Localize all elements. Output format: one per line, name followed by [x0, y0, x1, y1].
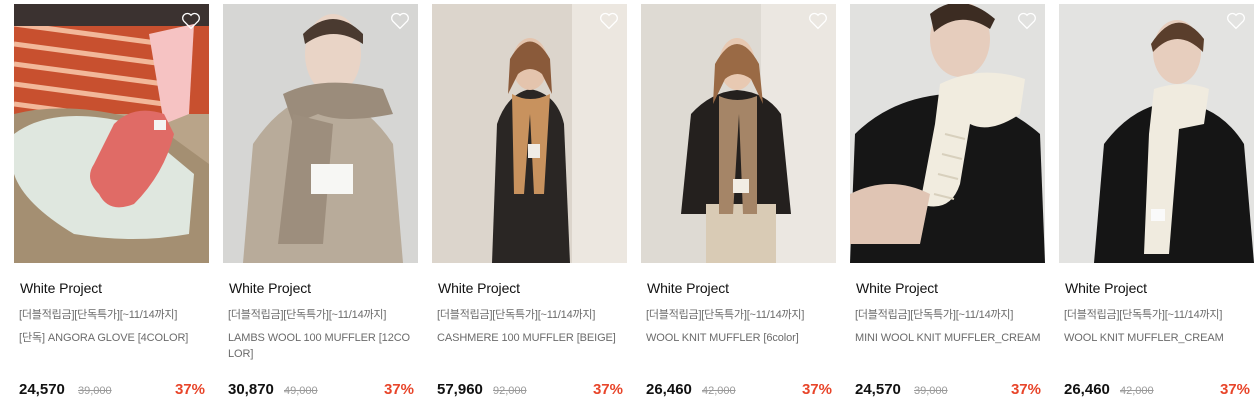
product-image[interactable]	[641, 4, 836, 263]
product-promo: [더블적립금][단독특가][~11/14까지]	[1064, 309, 1223, 321]
heart-outline-icon[interactable]	[1017, 12, 1037, 30]
heart-outline-icon[interactable]	[390, 12, 410, 30]
heart-outline-icon[interactable]	[1226, 12, 1246, 30]
product-photo	[850, 4, 1045, 263]
sale-price: 26,460	[1064, 381, 1110, 398]
product-photo	[223, 4, 418, 263]
discount-rate: 37%	[801, 381, 832, 398]
product-grid: White Project [더블적립금][단독특가][~11/14까지] [단…	[0, 0, 1257, 407]
original-price: 92,000	[493, 385, 527, 397]
sale-price: 26,460	[646, 381, 692, 398]
product-brand[interactable]: White Project	[438, 280, 520, 296]
product-photo	[432, 4, 627, 263]
heart-outline-icon[interactable]	[181, 12, 201, 30]
product-brand[interactable]: White Project	[229, 280, 311, 296]
product-photo	[14, 4, 209, 263]
discount-rate: 37%	[383, 381, 414, 398]
original-price: 42,000	[702, 385, 736, 397]
original-price: 39,000	[914, 385, 948, 397]
sale-price: 57,960	[437, 381, 483, 398]
product-photo	[641, 4, 836, 263]
product-card[interactable]: White Project [더블적립금][단독특가][~11/14까지] CA…	[432, 4, 627, 404]
product-title[interactable]: MINI WOOL KNIT MUFFLER_CREAM	[855, 330, 1041, 346]
product-promo: [더블적립금][단독특가][~11/14까지]	[646, 309, 805, 321]
product-title[interactable]: WOOL KNIT MUFFLER [6color]	[646, 330, 832, 346]
product-card[interactable]: White Project [더블적립금][단독특가][~11/14까지] [단…	[14, 4, 209, 404]
discount-rate: 37%	[1010, 381, 1041, 398]
price-row: 30,870 49,000 37%	[228, 381, 414, 403]
product-image[interactable]	[14, 4, 209, 263]
product-title[interactable]: WOOL KNIT MUFFLER_CREAM	[1064, 330, 1250, 346]
product-promo: [더블적립금][단독특가][~11/14까지]	[437, 309, 596, 321]
discount-rate: 37%	[592, 381, 623, 398]
product-title[interactable]: CASHMERE 100 MUFFLER [BEIGE]	[437, 330, 623, 346]
price-row: 24,570 39,000 37%	[19, 381, 205, 403]
sale-price: 24,570	[855, 381, 901, 398]
product-brand[interactable]: White Project	[1065, 280, 1147, 296]
heart-outline-icon[interactable]	[599, 12, 619, 30]
product-brand[interactable]: White Project	[647, 280, 729, 296]
product-card[interactable]: White Project [더블적립금][단독특가][~11/14까지] WO…	[1059, 4, 1254, 404]
product-card[interactable]: White Project [더블적립금][단독특가][~11/14까지] MI…	[850, 4, 1045, 404]
original-price: 42,000	[1120, 385, 1154, 397]
price-row: 26,460 42,000 37%	[646, 381, 832, 403]
sale-price: 24,570	[19, 381, 65, 398]
product-promo: [더블적립금][단독특가][~11/14까지]	[228, 309, 387, 321]
product-image[interactable]	[1059, 4, 1254, 263]
product-image[interactable]	[223, 4, 418, 263]
product-promo: [더블적립금][단독특가][~11/14까지]	[19, 309, 178, 321]
price-row: 26,460 42,000 37%	[1064, 381, 1250, 403]
product-brand[interactable]: White Project	[856, 280, 938, 296]
original-price: 49,000	[284, 385, 318, 397]
original-price: 39,000	[78, 385, 112, 397]
price-row: 57,960 92,000 37%	[437, 381, 623, 403]
product-brand[interactable]: White Project	[20, 280, 102, 296]
discount-rate: 37%	[1219, 381, 1250, 398]
product-photo	[1059, 4, 1254, 263]
heart-outline-icon[interactable]	[808, 12, 828, 30]
discount-rate: 37%	[174, 381, 205, 398]
product-card[interactable]: White Project [더블적립금][단독특가][~11/14까지] LA…	[223, 4, 418, 404]
price-row: 24,570 39,000 37%	[855, 381, 1041, 403]
product-promo: [더블적립금][단독특가][~11/14까지]	[855, 309, 1014, 321]
sale-price: 30,870	[228, 381, 274, 398]
product-image[interactable]	[432, 4, 627, 263]
product-title[interactable]: [단독] ANGORA GLOVE [4COLOR]	[19, 330, 205, 346]
product-title[interactable]: LAMBS WOOL 100 MUFFLER [12COLOR]	[228, 330, 414, 362]
product-image[interactable]	[850, 4, 1045, 263]
product-card[interactable]: White Project [더블적립금][단독특가][~11/14까지] WO…	[641, 4, 836, 404]
